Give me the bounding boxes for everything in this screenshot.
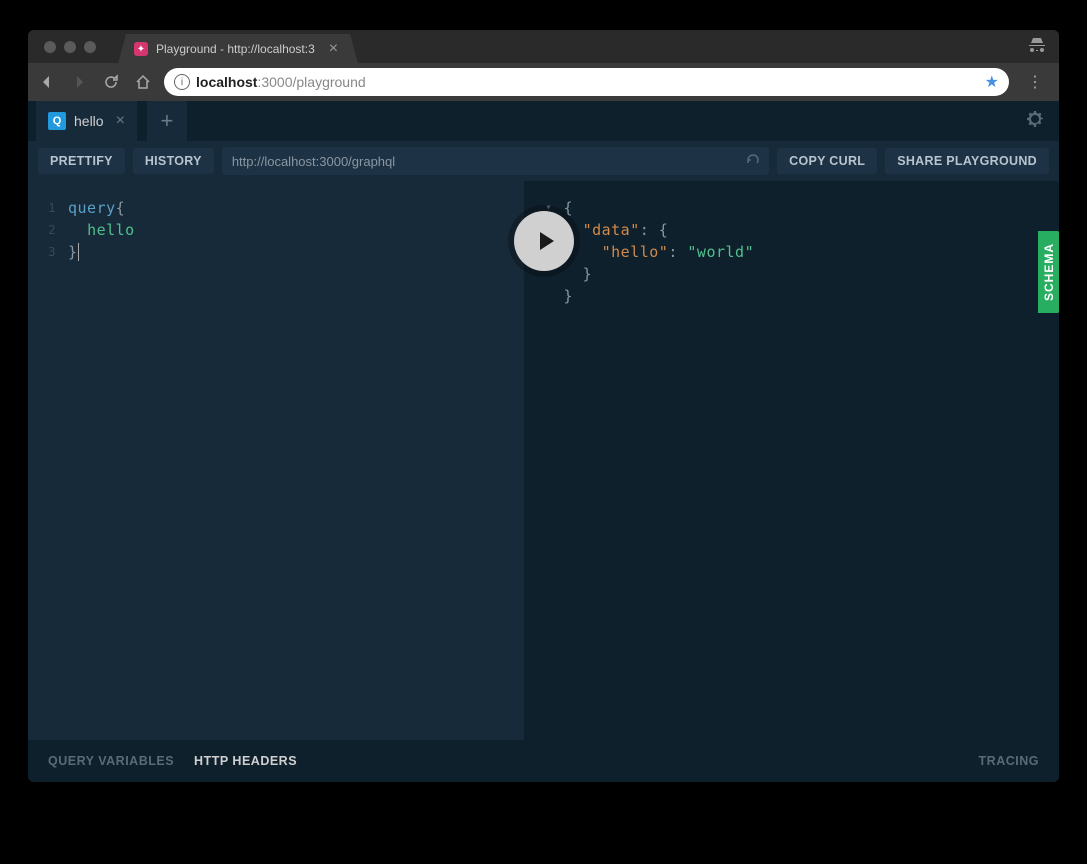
- reload-schema-icon[interactable]: [745, 152, 761, 171]
- minimize-window-icon[interactable]: [64, 41, 76, 53]
- query-variables-tab[interactable]: QUERY VARIABLES: [48, 754, 174, 768]
- tab-favicon-icon: ✦: [134, 42, 148, 56]
- prettify-button[interactable]: PRETTIFY: [38, 148, 125, 174]
- copy-curl-button[interactable]: COPY CURL: [777, 148, 877, 174]
- share-playground-button[interactable]: SHARE PLAYGROUND: [885, 148, 1049, 174]
- home-button[interactable]: [132, 74, 154, 90]
- history-button[interactable]: HISTORY: [133, 148, 214, 174]
- address-bar: i localhost:3000/playground ★ ⋮: [28, 63, 1059, 101]
- site-info-icon[interactable]: i: [174, 74, 190, 90]
- response-viewer: ▾ { "data": { "hello": "world" } }: [524, 181, 1060, 740]
- forward-button[interactable]: [68, 74, 90, 90]
- close-playground-tab-icon[interactable]: ×: [116, 112, 125, 130]
- execute-button[interactable]: [514, 211, 574, 271]
- playground-tabs: Q hello × +: [28, 101, 1059, 141]
- incognito-icon: [1027, 36, 1047, 57]
- browser-tab[interactable]: ✦ Playground - http://localhost:3 ×: [118, 34, 358, 64]
- browser-menu-icon[interactable]: ⋮: [1019, 72, 1051, 92]
- tracing-tab[interactable]: TRACING: [979, 754, 1039, 768]
- settings-icon[interactable]: [1025, 109, 1045, 134]
- playground-footer: QUERY VARIABLES HTTP HEADERS TRACING: [28, 740, 1059, 782]
- schema-tab[interactable]: SCHEMA: [1038, 231, 1059, 313]
- editor-area: 1 2 3 query{ hello } ▾ { "data": { "hell…: [28, 181, 1059, 740]
- graphql-playground: Q hello × + PRETTIFY HISTORY http://loca…: [28, 101, 1059, 782]
- browser-tab-title: Playground - http://localhost:3: [156, 42, 315, 56]
- endpoint-input[interactable]: http://localhost:3000/graphql: [222, 147, 769, 175]
- back-button[interactable]: [36, 74, 58, 90]
- http-headers-tab[interactable]: HTTP HEADERS: [194, 754, 297, 768]
- endpoint-url: http://localhost:3000/graphql: [232, 154, 395, 169]
- playground-toolbar: PRETTIFY HISTORY http://localhost:3000/g…: [28, 141, 1059, 181]
- reload-button[interactable]: [100, 74, 122, 90]
- maximize-window-icon[interactable]: [84, 41, 96, 53]
- playground-tab-name: hello: [74, 113, 104, 129]
- url-text: localhost:3000/playground: [196, 74, 366, 90]
- line-gutter: 1 2 3: [28, 197, 68, 740]
- close-window-icon[interactable]: [44, 41, 56, 53]
- query-editor[interactable]: 1 2 3 query{ hello }: [28, 181, 524, 740]
- query-code: query{ hello }: [68, 197, 524, 740]
- browser-tabbar: ✦ Playground - http://localhost:3 ×: [28, 30, 1059, 63]
- bookmark-icon[interactable]: ★: [985, 72, 999, 92]
- add-tab-button[interactable]: +: [147, 101, 187, 141]
- url-input[interactable]: i localhost:3000/playground ★: [164, 68, 1009, 96]
- browser-window: ✦ Playground - http://localhost:3 × i lo…: [28, 30, 1059, 782]
- query-badge-icon: Q: [48, 112, 66, 130]
- close-tab-icon[interactable]: ×: [329, 41, 338, 57]
- playground-tab[interactable]: Q hello ×: [36, 101, 137, 141]
- window-controls[interactable]: [36, 41, 104, 53]
